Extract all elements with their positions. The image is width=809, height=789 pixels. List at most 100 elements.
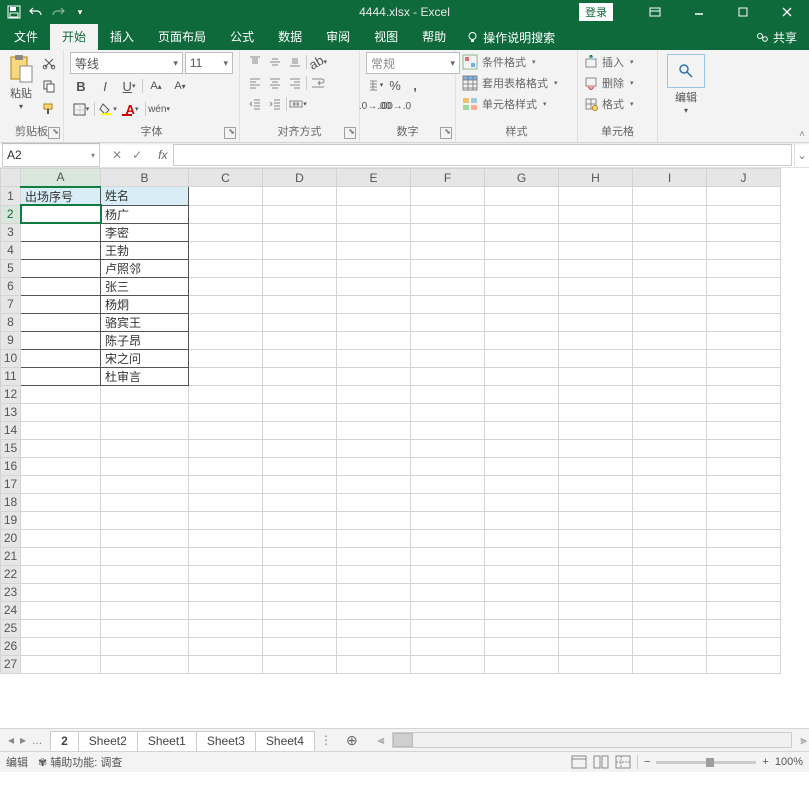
- minimize-icon[interactable]: [677, 0, 721, 24]
- cell[interactable]: [263, 583, 337, 601]
- cell[interactable]: [411, 403, 485, 421]
- cell[interactable]: [411, 205, 485, 223]
- row-header[interactable]: 14: [1, 421, 21, 439]
- row-header[interactable]: 25: [1, 619, 21, 637]
- cell[interactable]: [411, 331, 485, 349]
- cell[interactable]: [633, 349, 707, 367]
- row-header[interactable]: 21: [1, 547, 21, 565]
- cell[interactable]: 张三: [101, 277, 189, 295]
- cell[interactable]: [337, 331, 411, 349]
- tab-home[interactable]: 开始: [50, 24, 98, 50]
- column-header[interactable]: J: [707, 169, 781, 187]
- cell[interactable]: [411, 637, 485, 655]
- cell[interactable]: [21, 205, 101, 223]
- cell[interactable]: [101, 421, 189, 439]
- cell[interactable]: [485, 277, 559, 295]
- cell[interactable]: [707, 295, 781, 313]
- column-header[interactable]: F: [411, 169, 485, 187]
- decrease-decimal-icon[interactable]: .00→.0: [386, 96, 404, 116]
- cell[interactable]: [485, 403, 559, 421]
- row-header[interactable]: 10: [1, 349, 21, 367]
- cell[interactable]: [21, 223, 101, 241]
- cell[interactable]: [633, 655, 707, 673]
- alignment-launcher-icon[interactable]: ⬊: [344, 127, 356, 139]
- cell[interactable]: [559, 457, 633, 475]
- cell[interactable]: [189, 241, 263, 259]
- cell[interactable]: [559, 241, 633, 259]
- cell[interactable]: [707, 421, 781, 439]
- cell[interactable]: [337, 529, 411, 547]
- cell[interactable]: [411, 583, 485, 601]
- cell[interactable]: [21, 367, 101, 385]
- align-center-icon[interactable]: [266, 73, 284, 93]
- cell[interactable]: [559, 547, 633, 565]
- cell[interactable]: [411, 619, 485, 637]
- row-header[interactable]: 24: [1, 601, 21, 619]
- name-box[interactable]: A2▾: [2, 143, 100, 167]
- cell[interactable]: [337, 313, 411, 331]
- cell[interactable]: [101, 457, 189, 475]
- cell[interactable]: 姓名: [101, 187, 189, 206]
- cell[interactable]: 骆宾王: [101, 313, 189, 331]
- cell[interactable]: [485, 205, 559, 223]
- cell[interactable]: [101, 655, 189, 673]
- cell[interactable]: 李密: [101, 223, 189, 241]
- cell[interactable]: [707, 403, 781, 421]
- column-header[interactable]: D: [263, 169, 337, 187]
- cell[interactable]: [21, 277, 101, 295]
- cell[interactable]: [337, 565, 411, 583]
- cell[interactable]: [189, 655, 263, 673]
- cell[interactable]: [411, 439, 485, 457]
- cell[interactable]: [559, 331, 633, 349]
- format-painter-icon[interactable]: [38, 98, 60, 120]
- cell[interactable]: [633, 331, 707, 349]
- cell[interactable]: [189, 565, 263, 583]
- align-right-icon[interactable]: [286, 73, 304, 93]
- cell[interactable]: [337, 187, 411, 206]
- cell[interactable]: [337, 223, 411, 241]
- cell[interactable]: [21, 259, 101, 277]
- format-as-table-button[interactable]: 套用表格格式▾: [462, 73, 558, 93]
- cell[interactable]: [189, 547, 263, 565]
- cell[interactable]: [411, 547, 485, 565]
- cell[interactable]: [633, 565, 707, 583]
- row-header[interactable]: 6: [1, 277, 21, 295]
- row-header[interactable]: 5: [1, 259, 21, 277]
- cell[interactable]: [411, 457, 485, 475]
- cell[interactable]: [411, 187, 485, 206]
- increase-indent-icon[interactable]: [266, 94, 284, 114]
- cell[interactable]: [633, 223, 707, 241]
- cell[interactable]: [263, 223, 337, 241]
- cell[interactable]: [189, 457, 263, 475]
- cell[interactable]: [707, 205, 781, 223]
- row-header[interactable]: 23: [1, 583, 21, 601]
- cell[interactable]: [189, 439, 263, 457]
- tab-help[interactable]: 帮助: [410, 24, 458, 50]
- ribbon-display-icon[interactable]: [633, 0, 677, 24]
- sheet-overflow-icon[interactable]: ⋮: [314, 733, 338, 747]
- cell[interactable]: [263, 511, 337, 529]
- row-header[interactable]: 11: [1, 367, 21, 385]
- cell[interactable]: [485, 313, 559, 331]
- cell[interactable]: [485, 367, 559, 385]
- tab-insert[interactable]: 插入: [98, 24, 146, 50]
- align-left-icon[interactable]: [246, 73, 264, 93]
- expand-formula-bar-icon[interactable]: ⌄: [794, 144, 809, 166]
- cell[interactable]: [485, 421, 559, 439]
- cell[interactable]: [21, 493, 101, 511]
- cell[interactable]: [485, 295, 559, 313]
- cell[interactable]: [485, 223, 559, 241]
- clipboard-launcher-icon[interactable]: ⬊: [48, 127, 60, 139]
- cell[interactable]: [101, 511, 189, 529]
- cell[interactable]: [707, 655, 781, 673]
- cell[interactable]: [559, 439, 633, 457]
- cell[interactable]: [337, 511, 411, 529]
- cell[interactable]: [263, 637, 337, 655]
- qat-more-icon[interactable]: ▾: [70, 2, 90, 22]
- row-header[interactable]: 16: [1, 457, 21, 475]
- cell[interactable]: [189, 259, 263, 277]
- cell[interactable]: [559, 295, 633, 313]
- cell[interactable]: [559, 349, 633, 367]
- find-select-button[interactable]: 编辑 ▾: [665, 52, 707, 117]
- cell[interactable]: [21, 619, 101, 637]
